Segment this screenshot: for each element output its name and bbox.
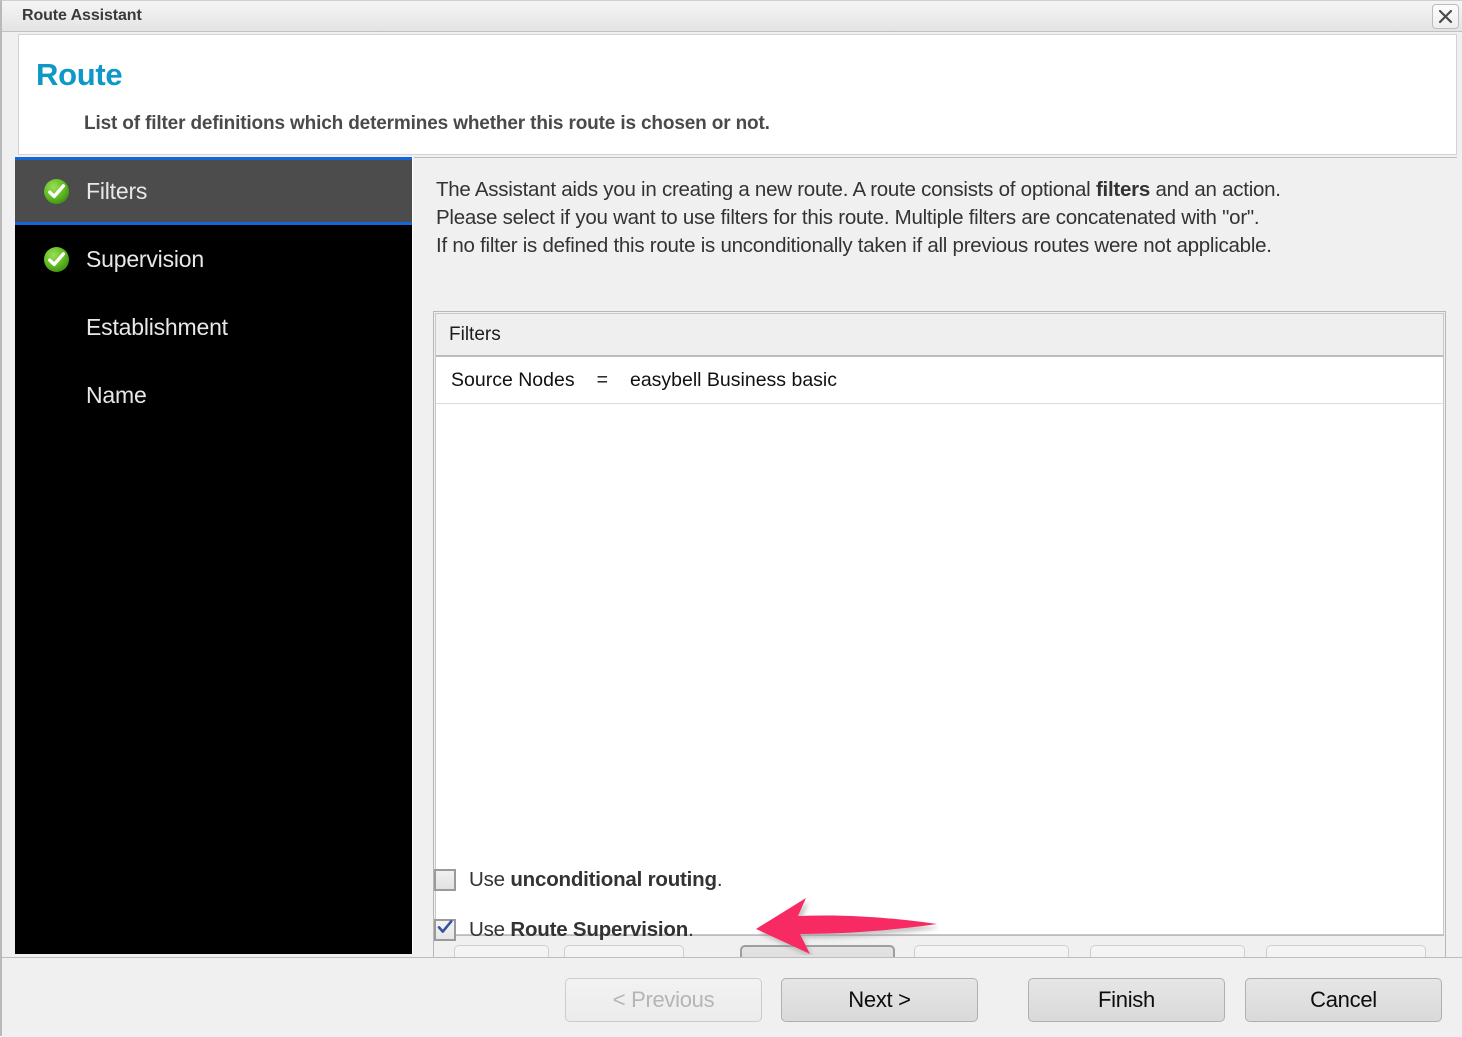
cancel-button[interactable]: Cancel (1245, 978, 1442, 1022)
route-supervision-checkbox-row[interactable]: Use Route Supervision. (434, 918, 694, 942)
sidebar-item-label: Establishment (86, 313, 228, 340)
checkbox-label: Use unconditional routing. (469, 868, 723, 892)
sidebar-item-name[interactable]: Name (15, 361, 412, 429)
page-subtitle: List of filter definitions which determi… (84, 113, 770, 134)
filter-value: easybell Business basic (629, 368, 837, 391)
label-strong: unconditional routing (510, 868, 717, 891)
intro-line2: Please select if you want to use filters… (436, 206, 1260, 229)
intro-line1-part1: The Assistant aids you in creating a new… (436, 178, 1096, 201)
wizard-step-sidebar: Filters Supervision Establishment Name (15, 157, 413, 954)
wizard-header-panel: Route List of filter definitions which d… (18, 34, 1457, 155)
filter-field: Source Nodes (451, 368, 575, 391)
filters-group-box: Filters Source Nodes = easybell Business… (433, 311, 1446, 999)
close-icon (1437, 8, 1454, 25)
label-suffix: . (688, 918, 694, 941)
table-row[interactable]: Source Nodes = easybell Business basic (436, 357, 1443, 404)
column-header-filters: Filters (449, 323, 501, 345)
intro-line1-bold: filters (1095, 178, 1151, 201)
wizard-footer: < Previous Next > Finish Cancel (2, 957, 1462, 1037)
sidebar-item-establishment[interactable]: Establishment (15, 293, 412, 361)
check-circle-icon (43, 178, 70, 205)
finish-button[interactable]: Finish (1028, 978, 1225, 1022)
label-suffix: . (716, 868, 723, 891)
label-prefix: Use (469, 868, 511, 891)
next-button[interactable]: Next > (781, 978, 978, 1022)
checkmark-icon (436, 918, 454, 942)
sidebar-item-supervision[interactable]: Supervision (15, 225, 412, 293)
sidebar-item-filters[interactable]: Filters (15, 157, 412, 225)
previous-button[interactable]: < Previous (565, 978, 762, 1022)
sidebar-item-label: Filters (86, 177, 148, 204)
intro-text: The Assistant aids you in creating a new… (436, 176, 1446, 260)
close-button[interactable] (1432, 4, 1459, 29)
filter-operator: = (596, 368, 608, 391)
route-assistant-window: Route Assistant Route List of filter def… (0, 0, 1462, 1037)
check-circle-icon (43, 246, 70, 273)
label-strong: Route Supervision (510, 918, 689, 941)
intro-line3: If no filter is defined this route is un… (436, 234, 1272, 257)
wizard-content-panel: The Assistant aids you in creating a new… (414, 157, 1457, 999)
checkbox-label: Use Route Supervision. (469, 918, 694, 942)
window-title: Route Assistant (22, 7, 142, 24)
sidebar-item-label: Name (86, 381, 147, 408)
sidebar-item-label: Supervision (86, 245, 204, 272)
label-prefix: Use (469, 918, 511, 941)
page-title: Route (36, 57, 123, 92)
unconditional-routing-checkbox-row[interactable]: Use unconditional routing. (434, 868, 723, 892)
window-titlebar: Route Assistant (2, 1, 1462, 32)
unconditional-routing-checkbox[interactable] (434, 869, 456, 891)
route-supervision-checkbox[interactable] (434, 919, 456, 941)
filters-table: Filters Source Nodes = easybell Business… (435, 313, 1444, 935)
filters-table-header: Filters (436, 314, 1443, 357)
intro-line1-part2: and an action. (1150, 178, 1281, 201)
